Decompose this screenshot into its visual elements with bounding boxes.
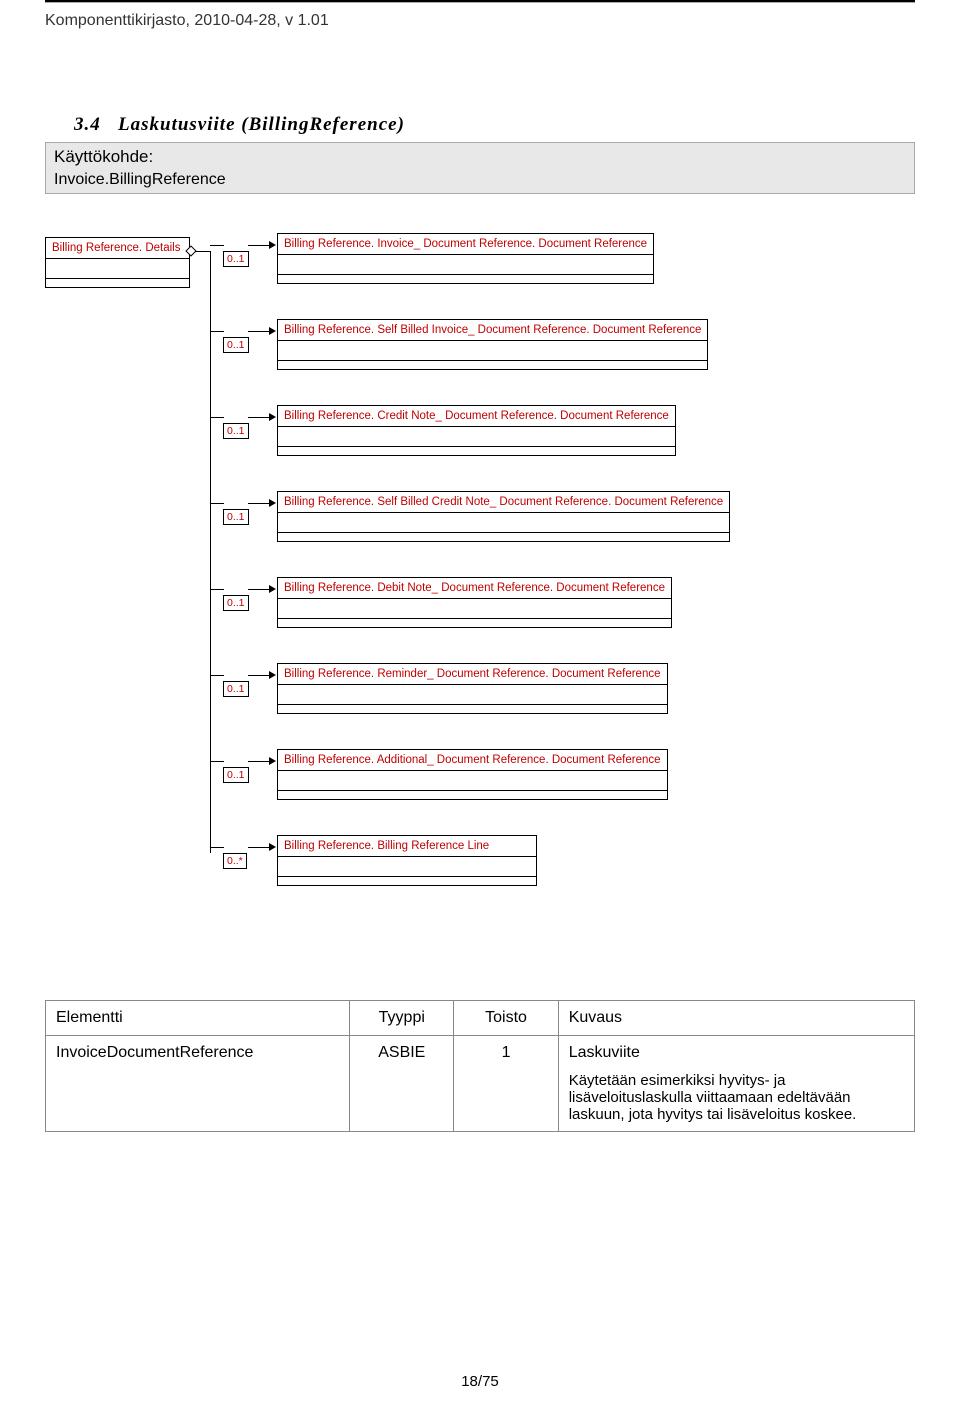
entity-foot xyxy=(278,619,671,627)
arrow-head-icon xyxy=(269,327,276,335)
connector-branch xyxy=(210,847,224,848)
arrow-head-icon xyxy=(269,241,276,249)
cardinality-box: 0..1 xyxy=(223,337,249,353)
entity-body xyxy=(46,259,189,279)
entity-foot xyxy=(278,877,536,885)
entity-foot xyxy=(278,275,653,283)
element-table: Elementti Tyyppi Toisto Kuvaus InvoiceDo… xyxy=(45,1000,915,1132)
connector-branch xyxy=(210,245,224,246)
entity-child: Billing Reference. Billing Reference Lin… xyxy=(277,835,537,886)
entity-foot xyxy=(278,705,667,713)
td-elementti: InvoiceDocumentReference xyxy=(46,1036,350,1132)
connector-line xyxy=(248,589,270,590)
kuvaus-desc: Käytetään esimerkiksi hyvitys- ja lisäve… xyxy=(569,1072,904,1123)
entity-body xyxy=(278,771,667,791)
cardinality-box: 0..1 xyxy=(223,681,249,697)
connector-line xyxy=(248,847,270,848)
section-heading: 3.4 Laskutusviite (BillingReference) xyxy=(74,114,405,136)
entity-root: Billing Reference. Details xyxy=(45,237,190,288)
usage-box: Käyttökohde: Invoice.BillingReference xyxy=(45,142,915,194)
td-kuvaus: Laskuviite Käytetään esimerkiksi hyvitys… xyxy=(558,1036,914,1132)
connector-branch xyxy=(210,331,224,332)
entity-child: Billing Reference. Additional_ Document … xyxy=(277,749,668,800)
entity-child: Billing Reference. Invoice_ Document Ref… xyxy=(277,233,654,284)
section-number: 3.4 xyxy=(74,114,101,135)
entity-child-title: Billing Reference. Invoice_ Document Ref… xyxy=(278,234,653,255)
entity-foot xyxy=(278,533,729,541)
arrow-head-icon xyxy=(269,413,276,421)
th-tyyppi: Tyyppi xyxy=(350,1001,454,1036)
th-elementti: Elementti xyxy=(46,1001,350,1036)
entity-child: Billing Reference. Debit Note_ Document … xyxy=(277,577,672,628)
connector-branch xyxy=(210,417,224,418)
table-header-row: Elementti Tyyppi Toisto Kuvaus xyxy=(46,1001,915,1036)
entity-child: Billing Reference. Self Billed Credit No… xyxy=(277,491,730,542)
connector-line xyxy=(248,245,270,246)
usage-label: Käyttökohde: xyxy=(54,147,906,167)
entity-body xyxy=(278,685,667,705)
connector-line xyxy=(248,331,270,332)
th-kuvaus: Kuvaus xyxy=(558,1001,914,1036)
page-header: Komponenttikirjasto, 2010-04-28, v 1.01 xyxy=(45,12,329,30)
cardinality-box: 0..1 xyxy=(223,251,249,267)
connector-branch xyxy=(210,503,224,504)
connector-branch xyxy=(210,675,224,676)
cardinality-box: 0..1 xyxy=(223,509,249,525)
connector-horizontal xyxy=(195,251,211,252)
entity-root-title: Billing Reference. Details xyxy=(46,238,189,259)
page-footer: 18/75 xyxy=(0,1373,960,1390)
entity-body xyxy=(278,341,707,361)
entity-child: Billing Reference. Reminder_ Document Re… xyxy=(277,663,668,714)
cardinality-box: 0..* xyxy=(223,853,247,869)
entity-body xyxy=(278,255,653,275)
cardinality-box: 0..1 xyxy=(223,767,249,783)
table-row: InvoiceDocumentReference ASBIE 1 Laskuvi… xyxy=(46,1036,915,1132)
entity-foot xyxy=(278,361,707,369)
connector-line xyxy=(248,761,270,762)
entity-child-title: Billing Reference. Reminder_ Document Re… xyxy=(278,664,667,685)
entity-child-title: Billing Reference. Self Billed Credit No… xyxy=(278,492,729,513)
entity-child-title: Billing Reference. Self Billed Invoice_ … xyxy=(278,320,707,341)
entity-foot xyxy=(278,447,675,455)
entity-foot xyxy=(278,791,667,799)
usage-value: Invoice.BillingReference xyxy=(54,171,906,189)
section-title: Laskutusviite (BillingReference) xyxy=(118,114,405,135)
entity-child: Billing Reference. Credit Note_ Document… xyxy=(277,405,676,456)
entity-foot xyxy=(46,279,189,287)
header-rule xyxy=(45,0,915,3)
entity-child-title: Billing Reference. Billing Reference Lin… xyxy=(278,836,536,857)
td-tyyppi: ASBIE xyxy=(350,1036,454,1132)
connector-vertical xyxy=(210,251,211,853)
entity-body xyxy=(278,599,671,619)
arrow-head-icon xyxy=(269,671,276,679)
connector-line xyxy=(248,675,270,676)
arrow-head-icon xyxy=(269,499,276,507)
cardinality-box: 0..1 xyxy=(223,595,249,611)
entity-body xyxy=(278,427,675,447)
entity-child-title: Billing Reference. Additional_ Document … xyxy=(278,750,667,771)
kuvaus-title: Laskuviite xyxy=(569,1044,904,1062)
connector-line xyxy=(248,417,270,418)
connector-branch xyxy=(210,589,224,590)
entity-child: Billing Reference. Self Billed Invoice_ … xyxy=(277,319,708,370)
td-toisto: 1 xyxy=(454,1036,558,1132)
connector-line xyxy=(248,503,270,504)
arrow-head-icon xyxy=(269,757,276,765)
arrow-head-icon xyxy=(269,585,276,593)
entity-child-title: Billing Reference. Credit Note_ Document… xyxy=(278,406,675,427)
arrow-head-icon xyxy=(269,843,276,851)
th-toisto: Toisto xyxy=(454,1001,558,1036)
entity-body xyxy=(278,857,536,877)
entity-child-title: Billing Reference. Debit Note_ Document … xyxy=(278,578,671,599)
cardinality-box: 0..1 xyxy=(223,423,249,439)
entity-body xyxy=(278,513,729,533)
connector-branch xyxy=(210,761,224,762)
